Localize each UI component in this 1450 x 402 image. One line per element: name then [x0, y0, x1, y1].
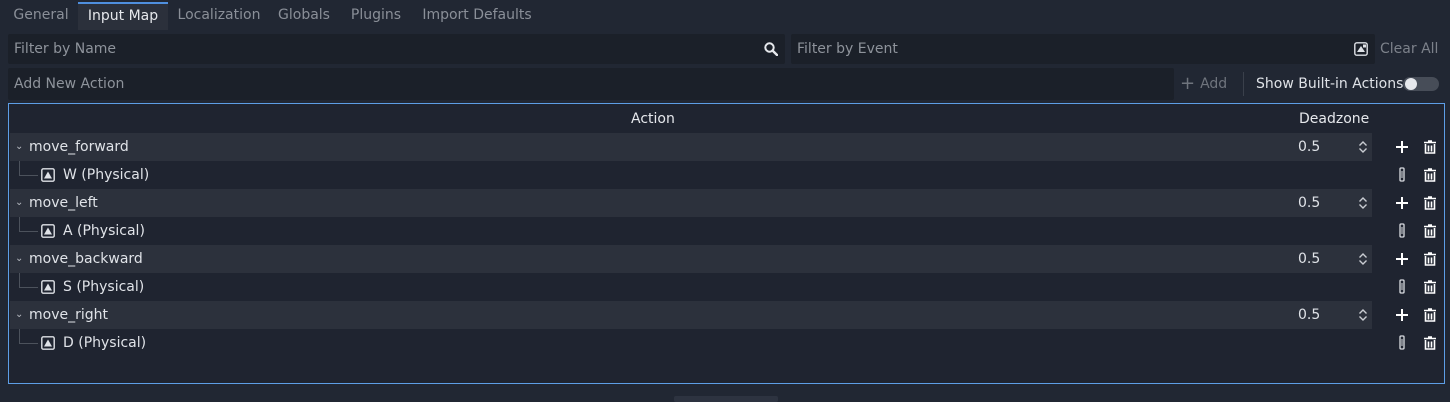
chevron-down-icon[interactable]: ⌄	[15, 252, 25, 266]
action-name: move_right	[29, 307, 108, 323]
remove-event-button[interactable]	[1422, 279, 1438, 295]
chevron-down-icon[interactable]: ⌄	[15, 196, 25, 210]
search-icon	[764, 42, 778, 56]
event-label: A (Physical)	[63, 223, 145, 239]
deadzone-value[interactable]: 0.5	[1298, 301, 1320, 329]
tree-line	[19, 231, 38, 232]
action-row-move-backward[interactable]: ⌄ move_backward 0.5	[10, 245, 1443, 273]
settings-tab-bar: General Input Map Localization Globals P…	[0, 0, 1450, 30]
action-tree: Action Deadzone ⌄ move_forward 0.5 W (Ph…	[8, 103, 1445, 384]
add-event-button[interactable]	[1394, 195, 1410, 211]
keyboard-key-icon	[41, 280, 55, 294]
spin-arrows-icon[interactable]	[1358, 308, 1368, 322]
spin-arrows-icon[interactable]	[1358, 252, 1368, 266]
filter-by-name-field	[8, 34, 785, 64]
tree-line	[19, 161, 20, 175]
clear-all-button[interactable]: Clear All	[1380, 34, 1438, 64]
deadzone-value[interactable]: 0.5	[1298, 133, 1320, 161]
edit-event-button[interactable]	[1397, 279, 1407, 295]
column-header-action[interactable]: Action	[631, 106, 675, 132]
edit-event-button[interactable]	[1397, 167, 1407, 183]
tree-line	[19, 329, 20, 343]
action-name: move_forward	[29, 139, 129, 155]
filter-by-event-field	[791, 34, 1375, 64]
tab-import-defaults[interactable]: Import Defaults	[414, 2, 540, 30]
column-header-deadzone[interactable]: Deadzone	[1299, 106, 1369, 132]
tree-line	[19, 217, 20, 231]
show-builtin-actions-toggle[interactable]	[1403, 77, 1439, 91]
tab-plugins[interactable]: Plugins	[338, 2, 414, 30]
action-cell	[10, 133, 1372, 161]
event-row-d-physical[interactable]: D (Physical)	[10, 329, 1443, 357]
add-new-action-field	[8, 68, 1174, 100]
event-row-w-physical[interactable]: W (Physical)	[10, 161, 1443, 189]
plus-icon: +	[1180, 73, 1196, 94]
toggle-knob	[1405, 78, 1417, 90]
add-event-button[interactable]	[1394, 307, 1410, 323]
toolbar-divider	[1243, 72, 1244, 96]
keyboard-icon[interactable]	[1354, 42, 1368, 56]
spin-arrows-icon[interactable]	[1358, 140, 1368, 154]
remove-action-button[interactable]	[1422, 139, 1438, 155]
bottom-scroll-handle[interactable]	[674, 396, 778, 402]
add-action-button[interactable]: + Add	[1180, 68, 1227, 100]
tree-line	[19, 273, 20, 287]
event-label: S (Physical)	[63, 279, 145, 295]
action-cell	[10, 245, 1372, 273]
add-action-label: Add	[1200, 76, 1228, 92]
add-event-button[interactable]	[1394, 139, 1410, 155]
deadzone-value[interactable]: 0.5	[1298, 245, 1320, 273]
action-cell	[10, 189, 1372, 217]
add-event-button[interactable]	[1394, 251, 1410, 267]
tree-line	[19, 175, 38, 176]
tree-line	[19, 343, 38, 344]
filter-by-event-input[interactable]	[797, 34, 1341, 64]
deadzone-value[interactable]: 0.5	[1298, 189, 1320, 217]
show-builtin-actions-label: Show Built-in Actions	[1256, 76, 1404, 92]
remove-action-button[interactable]	[1422, 195, 1438, 211]
remove-action-button[interactable]	[1422, 251, 1438, 267]
action-row-move-forward[interactable]: ⌄ move_forward 0.5	[10, 133, 1443, 161]
event-label: D (Physical)	[63, 335, 147, 351]
action-name: move_left	[29, 195, 98, 211]
remove-action-button[interactable]	[1422, 307, 1438, 323]
keyboard-key-icon	[41, 224, 55, 238]
filter-by-name-input[interactable]	[14, 34, 751, 64]
tree-header: Action Deadzone	[10, 106, 1443, 132]
event-row-s-physical[interactable]: S (Physical)	[10, 273, 1443, 301]
chevron-down-icon[interactable]: ⌄	[15, 308, 25, 322]
event-label: W (Physical)	[63, 167, 150, 183]
keyboard-key-icon	[41, 168, 55, 182]
add-new-action-input[interactable]	[14, 68, 1140, 100]
tab-globals[interactable]: Globals	[270, 2, 338, 30]
action-row-move-left[interactable]: ⌄ move_left 0.5	[10, 189, 1443, 217]
edit-event-button[interactable]	[1397, 223, 1407, 239]
action-row-move-right[interactable]: ⌄ move_right 0.5	[10, 301, 1443, 329]
edit-event-button[interactable]	[1397, 335, 1407, 351]
spin-arrows-icon[interactable]	[1358, 196, 1368, 210]
tree-line	[19, 287, 38, 288]
remove-event-button[interactable]	[1422, 167, 1438, 183]
chevron-down-icon[interactable]: ⌄	[15, 140, 25, 154]
tab-input-map[interactable]: Input Map	[78, 2, 168, 30]
action-cell	[10, 301, 1372, 329]
tab-general[interactable]: General	[4, 2, 78, 30]
action-name: move_backward	[29, 251, 143, 267]
remove-event-button[interactable]	[1422, 223, 1438, 239]
event-row-a-physical[interactable]: A (Physical)	[10, 217, 1443, 245]
tab-localization[interactable]: Localization	[168, 2, 270, 30]
keyboard-key-icon	[41, 336, 55, 350]
remove-event-button[interactable]	[1422, 335, 1438, 351]
